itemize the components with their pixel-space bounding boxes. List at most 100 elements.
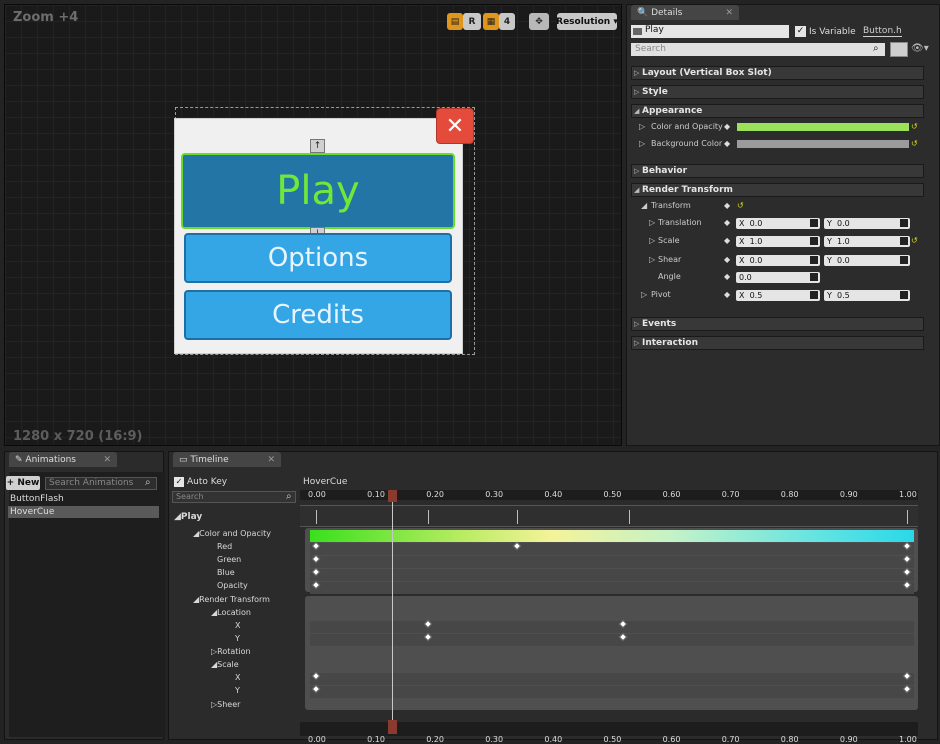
category-style[interactable]: ▷ Style	[631, 85, 924, 99]
background-color-swatch[interactable]	[737, 140, 909, 148]
collapse-icon[interactable]: ◢	[641, 201, 647, 210]
category-interaction[interactable]: ▷ Interaction	[631, 336, 924, 350]
track-scale[interactable]: ◢Scale	[211, 660, 239, 669]
reset-icon[interactable]: ↺	[911, 122, 918, 131]
details-search-input[interactable]: Search	[631, 43, 885, 56]
category-layout[interactable]: ▷ Layout (Vertical Box Slot)	[631, 66, 924, 80]
spin-icon	[810, 273, 818, 281]
expand-icon[interactable]: ▷	[649, 255, 655, 264]
track-location[interactable]: ◢Location	[211, 608, 251, 617]
diamond-key-icon[interactable]: ◆	[724, 236, 730, 245]
expand-icon[interactable]: ▷	[649, 218, 655, 227]
pivot-y-field[interactable]: Y 0.5	[824, 290, 910, 301]
lane-location-x[interactable]	[310, 621, 914, 633]
scale-y-field[interactable]: Y 1.0	[824, 236, 910, 247]
animation-item-buttonflash[interactable]: ButtonFlash	[8, 493, 159, 505]
diamond-key-icon[interactable]: ◆	[724, 139, 730, 148]
summary-key-marker[interactable]	[629, 510, 631, 524]
track-red[interactable]: Red	[217, 542, 232, 551]
expand-icon[interactable]: ▷	[639, 122, 645, 131]
lane-blue[interactable]	[310, 569, 914, 581]
tab-details[interactable]: 🔍 Details ✕	[631, 5, 739, 20]
scale-x-field[interactable]: X 1.0	[736, 236, 820, 247]
expand-icon[interactable]: ▷	[641, 290, 647, 299]
options-button[interactable]: Options	[184, 233, 452, 283]
expand-icon[interactable]: ▷	[639, 139, 645, 148]
new-animation-button[interactable]: + New	[6, 476, 40, 490]
angle-field[interactable]: 0.0	[736, 272, 820, 283]
search-animations-input[interactable]: Search Animations	[45, 477, 157, 490]
visibility-eye-icon[interactable]: 👁▾	[911, 43, 929, 54]
close-tab-icon[interactable]: ✕	[267, 455, 275, 465]
close-tab-icon[interactable]: ✕	[103, 455, 111, 465]
ruler-tick-label: 0.80	[780, 735, 799, 744]
layout-toggle-button[interactable]: ▤	[447, 13, 463, 30]
diamond-key-icon[interactable]: ◆	[724, 122, 730, 131]
property-matrix-button[interactable]	[890, 42, 908, 57]
reset-icon[interactable]: ↺	[911, 236, 918, 245]
playhead-handle-bottom[interactable]	[388, 720, 397, 734]
translation-x-field[interactable]: X 0.0	[736, 218, 820, 229]
tab-timeline[interactable]: ▭ Timeline ✕	[173, 452, 281, 467]
summary-key-marker[interactable]	[516, 510, 518, 524]
track-location-x[interactable]: X	[235, 621, 240, 630]
category-render-transform[interactable]: ◢ Render Transform	[631, 183, 924, 197]
move-up-handle[interactable]: ↑	[310, 139, 325, 153]
reset-icon[interactable]: ↺	[737, 201, 744, 210]
tab-animations[interactable]: ✎ Animations ✕	[9, 452, 117, 467]
shear-y-field[interactable]: Y 0.0	[824, 255, 910, 266]
close-button[interactable]: ✕	[436, 108, 474, 144]
track-scale-x[interactable]: X	[235, 673, 240, 682]
diamond-key-icon[interactable]: ◆	[724, 218, 730, 227]
credits-button[interactable]: Credits	[184, 290, 452, 340]
widget-name-input[interactable]: Play	[631, 25, 789, 38]
track-location-y[interactable]: Y	[235, 634, 240, 643]
diamond-key-icon[interactable]: ◆	[724, 272, 730, 281]
reset-icon[interactable]: ↺	[911, 139, 918, 148]
diamond-key-icon[interactable]: ◆	[724, 290, 730, 299]
zoom-to-fit-button[interactable]: ✥	[529, 13, 549, 30]
track-opacity[interactable]: Opacity	[217, 581, 248, 590]
track-green[interactable]: Green	[217, 555, 241, 564]
lane-green[interactable]	[310, 556, 914, 568]
class-link[interactable]: Button.h	[863, 26, 902, 37]
diamond-key-icon[interactable]: ◆	[724, 255, 730, 264]
track-rotation[interactable]: ▷Rotation	[211, 647, 251, 656]
category-appearance[interactable]: ◢ Appearance	[631, 104, 924, 118]
track-play[interactable]: ◢Play	[174, 512, 202, 522]
track-sheer[interactable]: ▷Sheer	[211, 700, 240, 709]
r-toggle-button[interactable]: R	[463, 13, 481, 30]
track-render-transform[interactable]: ◢Render Transform	[193, 595, 270, 604]
grid-toggle-button[interactable]: ▦	[483, 13, 499, 30]
angle-label: Angle	[658, 272, 681, 281]
summary-key-marker[interactable]	[428, 510, 430, 524]
widget-type-icon	[633, 28, 642, 35]
expand-icon[interactable]: ▷	[649, 236, 655, 245]
close-tab-icon[interactable]: ✕	[725, 8, 733, 18]
track-color-opacity[interactable]: ◢Color and Opacity	[193, 529, 271, 538]
category-behavior[interactable]: ▷ Behavior	[631, 164, 924, 178]
is-variable-checkbox[interactable]: ✓	[795, 26, 806, 37]
lane-scale-y[interactable]	[310, 686, 914, 698]
lane-scale-x[interactable]	[310, 673, 914, 685]
track-scale-y[interactable]: Y	[235, 686, 240, 695]
timeline-search-input[interactable]: Search	[172, 491, 296, 503]
lane-opacity[interactable]	[310, 582, 914, 594]
animation-item-hovercue[interactable]: HoverCue	[8, 506, 159, 518]
grid-size-button[interactable]: 4	[499, 13, 515, 30]
summary-key-marker[interactable]	[907, 510, 908, 524]
track-blue[interactable]: Blue	[217, 568, 235, 577]
pivot-x-field[interactable]: X 0.5	[736, 290, 820, 301]
lane-red[interactable]	[310, 543, 914, 555]
diamond-key-icon[interactable]: ◆	[724, 201, 730, 210]
playhead-handle[interactable]	[388, 490, 397, 502]
resolution-dropdown[interactable]: Resolution ▾	[556, 13, 618, 30]
lane-location-y[interactable]	[310, 634, 914, 646]
auto-key-checkbox[interactable]: ✓	[174, 477, 184, 487]
play-button[interactable]: Play	[181, 153, 455, 229]
translation-y-field[interactable]: Y 0.0	[824, 218, 910, 229]
shear-x-field[interactable]: X 0.0	[736, 255, 820, 266]
category-events[interactable]: ▷ Events	[631, 317, 924, 331]
summary-key-marker[interactable]	[316, 510, 317, 524]
color-opacity-swatch[interactable]	[737, 123, 909, 131]
